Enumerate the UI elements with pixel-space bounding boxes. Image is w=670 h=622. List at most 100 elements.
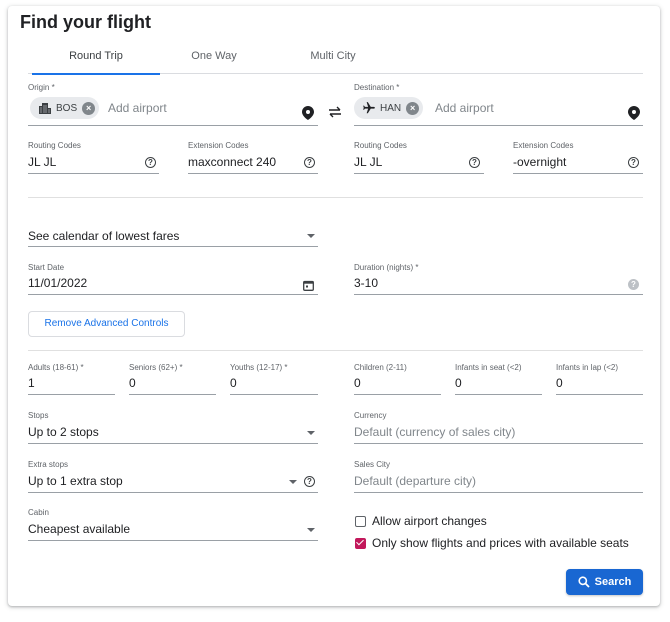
section-divider (28, 350, 643, 351)
youths-input[interactable]: 0 (230, 376, 237, 390)
destination-routing-underline (354, 173, 484, 174)
calendar-select-underline (28, 246, 318, 247)
sales-city-label: Sales City (354, 460, 391, 469)
destination-chip-code: HAN (380, 102, 402, 114)
origin-extension-input[interactable]: maxconnect 240 (188, 155, 276, 169)
remove-advanced-controls-button[interactable]: Remove Advanced Controls (28, 311, 185, 337)
extra-stops-underline (28, 492, 318, 493)
currency-label: Currency (354, 411, 387, 420)
children-underline (354, 394, 441, 395)
currency-input[interactable]: Default (currency of sales city) (354, 425, 515, 439)
help-circle-icon[interactable]: ? (628, 157, 639, 168)
search-button[interactable]: Search (566, 569, 643, 595)
chevron-down-icon[interactable] (289, 480, 297, 484)
origin-routing-input[interactable]: JL JL (28, 155, 56, 169)
origin-chip[interactable]: BOS × (30, 97, 100, 119)
help-circle-icon[interactable]: ? (469, 157, 480, 168)
help-circle-icon[interactable]: ? (304, 476, 315, 487)
tab-label: Multi City (310, 50, 356, 62)
destination-extension-label: Extension Codes (513, 141, 574, 150)
extra-stops-select[interactable]: Up to 1 extra stop (28, 474, 123, 488)
youths-label: Youths (12-17) * (230, 363, 288, 372)
adults-label: Adults (18-61) * (28, 363, 84, 372)
location-pin-icon[interactable] (302, 106, 314, 125)
city-icon (38, 102, 52, 114)
cabin-underline (28, 540, 318, 541)
remove-origin-icon[interactable]: × (82, 101, 96, 115)
destination-extension-input[interactable]: -overnight (513, 155, 566, 169)
calendar-select[interactable]: See calendar of lowest fares (28, 229, 179, 243)
currency-underline (354, 443, 643, 444)
start-date-input[interactable]: 11/01/2022 (28, 276, 87, 290)
swap-icon[interactable] (328, 105, 342, 123)
adults-underline (28, 394, 115, 395)
destination-routing-label: Routing Codes (354, 141, 407, 150)
destination-underline (354, 125, 643, 126)
location-pin-icon[interactable] (628, 106, 640, 125)
search-button-label: Search (594, 576, 632, 588)
duration-underline (354, 294, 643, 295)
origin-chip-code: BOS (56, 102, 78, 114)
chevron-down-icon[interactable] (307, 431, 315, 435)
chevron-down-icon[interactable] (307, 528, 315, 532)
chevron-down-icon[interactable] (307, 234, 315, 238)
children-input[interactable]: 0 (354, 376, 361, 390)
extra-stops-label: Extra stops (28, 460, 69, 469)
stops-underline (28, 443, 318, 444)
origin-extension-underline (188, 173, 318, 174)
destination-extension-underline (513, 173, 643, 174)
destination-airport-input[interactable]: Add airport (435, 101, 494, 115)
origin-routing-label: Routing Codes (28, 141, 81, 150)
cabin-label: Cabin (28, 508, 49, 517)
duration-input[interactable]: 3-10 (354, 276, 378, 290)
page-title: Find your flight (20, 12, 151, 32)
infants-lap-underline (556, 394, 643, 395)
origin-routing-underline (28, 173, 159, 174)
sales-city-input[interactable]: Default (departure city) (354, 474, 476, 488)
stops-label: Stops (28, 411, 49, 420)
origin-airport-input[interactable]: Add airport (108, 101, 167, 115)
infants-lap-input[interactable]: 0 (556, 376, 563, 390)
origin-label: Origin * (28, 83, 55, 92)
tab-round-trip[interactable]: Round Trip (32, 50, 160, 75)
trip-type-tabs: Round Trip One Way Multi City (28, 46, 643, 75)
help-circle-icon[interactable]: ? (304, 157, 315, 168)
adults-input[interactable]: 1 (28, 376, 35, 390)
children-label: Children (2-11) (354, 363, 407, 372)
help-circle-icon[interactable]: ? (145, 157, 156, 168)
sales-city-underline (354, 492, 643, 493)
infants-seat-input[interactable]: 0 (455, 376, 462, 390)
available-seats-checkbox[interactable] (355, 538, 366, 549)
infants-lap-label: Infants in lap (<2) (556, 363, 619, 372)
tab-label: Round Trip (69, 50, 123, 62)
allow-airport-changes-label[interactable]: Allow airport changes (372, 514, 487, 528)
youths-underline (230, 394, 318, 395)
stops-select[interactable]: Up to 2 stops (28, 425, 99, 439)
seniors-underline (129, 394, 216, 395)
help-circle-icon[interactable]: ? (628, 279, 639, 290)
destination-chip[interactable]: HAN × (354, 97, 424, 119)
start-date-underline (28, 294, 318, 295)
infants-seat-label: Infants in seat (<2) (455, 363, 522, 372)
available-seats-label[interactable]: Only show flights and prices with availa… (372, 536, 629, 550)
allow-airport-changes-checkbox[interactable] (355, 516, 366, 527)
seniors-input[interactable]: 0 (129, 376, 136, 390)
origin-extension-label: Extension Codes (188, 141, 249, 150)
flight-search-card: Find your flight Round Trip One Way Mult… (8, 6, 660, 606)
tab-label: One Way (191, 50, 237, 62)
destination-label: Destination * (354, 83, 400, 92)
remove-destination-icon[interactable]: × (406, 101, 420, 115)
seniors-label: Seniors (62+) * (129, 363, 183, 372)
search-icon (578, 576, 590, 588)
cabin-select[interactable]: Cheapest available (28, 522, 130, 536)
tab-multi-city[interactable]: Multi City (269, 50, 397, 74)
active-tab-indicator (32, 73, 160, 75)
duration-label: Duration (nights) * (354, 263, 419, 272)
section-divider (28, 197, 643, 198)
airplane-icon (362, 101, 376, 115)
infants-seat-underline (455, 394, 542, 395)
origin-underline (28, 125, 318, 126)
start-date-label: Start Date (28, 263, 65, 272)
destination-routing-input[interactable]: JL JL (354, 155, 382, 169)
tab-one-way[interactable]: One Way (150, 50, 278, 74)
